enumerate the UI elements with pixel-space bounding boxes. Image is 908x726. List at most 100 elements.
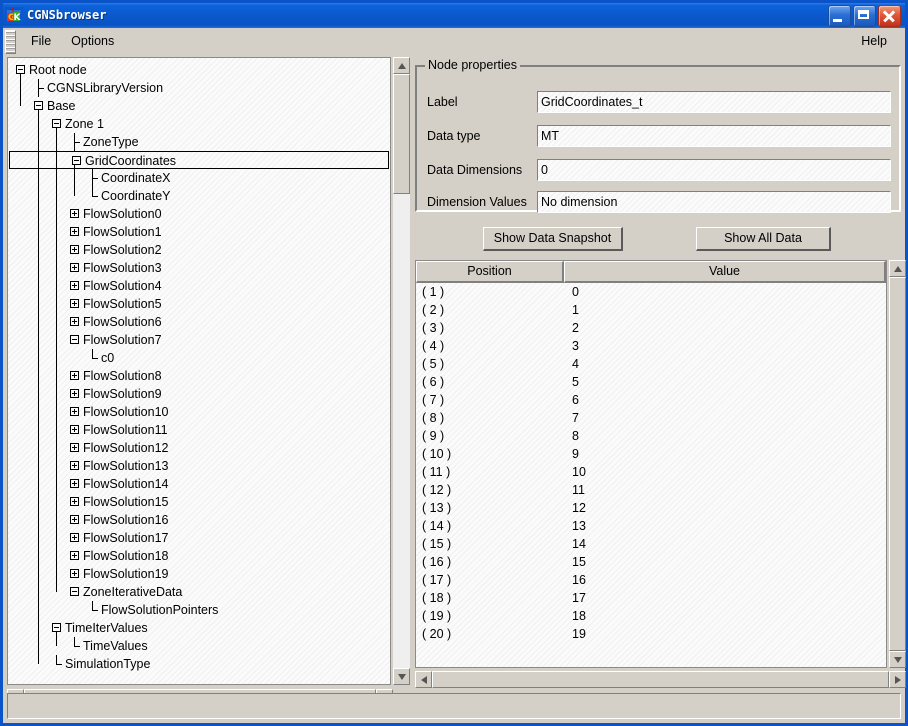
table-scroll-thumb[interactable] [889, 277, 906, 651]
tree-scroll-down-button[interactable] [393, 668, 410, 685]
table-row[interactable]: ( 15 )14 [416, 535, 886, 553]
expand-icon[interactable] [70, 317, 79, 326]
table-row[interactable]: ( 18 )17 [416, 589, 886, 607]
tree-scroll-thumb[interactable] [393, 74, 410, 194]
tree-node[interactable]: FlowSolution6 [8, 313, 390, 331]
data-table[interactable]: Position Value ( 1 )0( 2 )1( 3 )2( 4 )3(… [415, 260, 887, 668]
tree-node[interactable]: GridCoordinates [9, 151, 389, 169]
expand-icon[interactable] [70, 245, 79, 254]
tree-scroll-up-button[interactable] [393, 57, 410, 74]
tree-node[interactable]: CoordinateY [8, 187, 390, 205]
tree-node[interactable]: FlowSolution12 [8, 439, 390, 457]
tree-node[interactable]: TimeValues [8, 637, 390, 655]
table-row[interactable]: ( 6 )5 [416, 373, 886, 391]
tree-node[interactable]: FlowSolution11 [8, 421, 390, 439]
tree-node[interactable]: FlowSolution13 [8, 457, 390, 475]
tree-node[interactable]: FlowSolution16 [8, 511, 390, 529]
table-row[interactable]: ( 12 )11 [416, 481, 886, 499]
minimize-icon[interactable] [828, 5, 851, 27]
menu-help[interactable]: Help [851, 31, 897, 52]
table-row[interactable]: ( 2 )1 [416, 301, 886, 319]
close-icon[interactable] [878, 5, 901, 27]
table-row[interactable]: ( 10 )9 [416, 445, 886, 463]
tree-node[interactable]: FlowSolution8 [8, 367, 390, 385]
expand-icon[interactable] [70, 209, 79, 218]
table-hscroll-thumb[interactable] [432, 671, 889, 688]
tree-node[interactable]: CGNSLibraryVersion [8, 79, 390, 97]
expand-icon[interactable] [70, 461, 79, 470]
table-row[interactable]: ( 20 )19 [416, 625, 886, 643]
data-type-field[interactable]: MT [537, 125, 891, 147]
tree-node[interactable]: FlowSolution4 [8, 277, 390, 295]
table-row[interactable]: ( 16 )15 [416, 553, 886, 571]
tree-node[interactable]: FlowSolution18 [8, 547, 390, 565]
table-scroll-up-button[interactable] [889, 260, 906, 277]
expand-icon[interactable] [70, 407, 79, 416]
tree-node[interactable]: FlowSolution3 [8, 259, 390, 277]
column-header-value[interactable]: Value [564, 261, 886, 283]
tree-node[interactable]: CoordinateX [8, 169, 390, 187]
expand-icon[interactable] [70, 479, 79, 488]
table-row[interactable]: ( 19 )18 [416, 607, 886, 625]
tree-node[interactable]: FlowSolution9 [8, 385, 390, 403]
table-row[interactable]: ( 3 )2 [416, 319, 886, 337]
tree-node[interactable]: FlowSolutionPointers [8, 601, 390, 619]
expand-icon[interactable] [70, 515, 79, 524]
table-scroll-left-button[interactable] [415, 671, 432, 688]
tree-node[interactable]: FlowSolution0 [8, 205, 390, 223]
tree-node[interactable]: FlowSolution19 [8, 565, 390, 583]
tree-node[interactable]: Zone 1 [8, 115, 390, 133]
data-dimensions-field[interactable]: 0 [537, 159, 891, 181]
menu-file[interactable]: File [21, 31, 61, 52]
label-field[interactable]: GridCoordinates_t [537, 91, 891, 113]
table-row[interactable]: ( 8 )7 [416, 409, 886, 427]
tree-node[interactable]: FlowSolution15 [8, 493, 390, 511]
table-row[interactable]: ( 13 )12 [416, 499, 886, 517]
tree-vertical-scrollbar[interactable] [393, 57, 410, 685]
table-row[interactable]: ( 7 )6 [416, 391, 886, 409]
collapse-icon[interactable] [34, 101, 43, 110]
tree-node[interactable]: FlowSolution5 [8, 295, 390, 313]
tree-node[interactable]: Root node [8, 61, 390, 79]
tree-node[interactable]: FlowSolution10 [8, 403, 390, 421]
tree-node[interactable]: FlowSolution14 [8, 475, 390, 493]
collapse-icon[interactable] [70, 587, 79, 596]
expand-icon[interactable] [70, 371, 79, 380]
table-row[interactable]: ( 11 )10 [416, 463, 886, 481]
expand-icon[interactable] [70, 227, 79, 236]
tree-panel[interactable]: Root nodeCGNSLibraryVersionBaseZone 1Zon… [7, 57, 391, 685]
table-row[interactable]: ( 9 )8 [416, 427, 886, 445]
tree-node[interactable]: TimeIterValues [8, 619, 390, 637]
table-scroll-right-button[interactable] [889, 671, 906, 688]
tree-node[interactable]: FlowSolution7 [8, 331, 390, 349]
tree-node[interactable]: FlowSolution2 [8, 241, 390, 259]
show-all-data-button[interactable]: Show All Data [696, 227, 831, 251]
collapse-icon[interactable] [70, 335, 79, 344]
collapse-icon[interactable] [16, 65, 25, 74]
table-row[interactable]: ( 1 )0 [416, 283, 886, 301]
tree-node[interactable]: Base [8, 97, 390, 115]
expand-icon[interactable] [70, 497, 79, 506]
tree-node[interactable]: ZoneIterativeData [8, 583, 390, 601]
table-scroll-down-button[interactable] [889, 651, 906, 668]
expand-icon[interactable] [70, 533, 79, 542]
table-row[interactable]: ( 4 )3 [416, 337, 886, 355]
column-header-position[interactable]: Position [416, 261, 564, 283]
tree-node[interactable]: ZoneType [8, 133, 390, 151]
expand-icon[interactable] [70, 263, 79, 272]
menu-options[interactable]: Options [61, 31, 124, 52]
collapse-icon[interactable] [52, 623, 61, 632]
tk-logo-icon[interactable]: G K [5, 7, 23, 24]
expand-icon[interactable] [70, 569, 79, 578]
table-horizontal-scrollbar[interactable] [415, 671, 906, 688]
tree-node[interactable]: FlowSolution17 [8, 529, 390, 547]
maximize-icon[interactable] [853, 5, 876, 27]
collapse-icon[interactable] [52, 119, 61, 128]
title-bar[interactable]: G K CGNSbrowser [3, 3, 905, 28]
show-data-snapshot-button[interactable]: Show Data Snapshot [483, 227, 623, 251]
expand-icon[interactable] [70, 389, 79, 398]
table-vertical-scrollbar[interactable] [889, 260, 906, 668]
table-row[interactable]: ( 5 )4 [416, 355, 886, 373]
tree-node[interactable]: FlowSolution1 [8, 223, 390, 241]
expand-icon[interactable] [70, 443, 79, 452]
